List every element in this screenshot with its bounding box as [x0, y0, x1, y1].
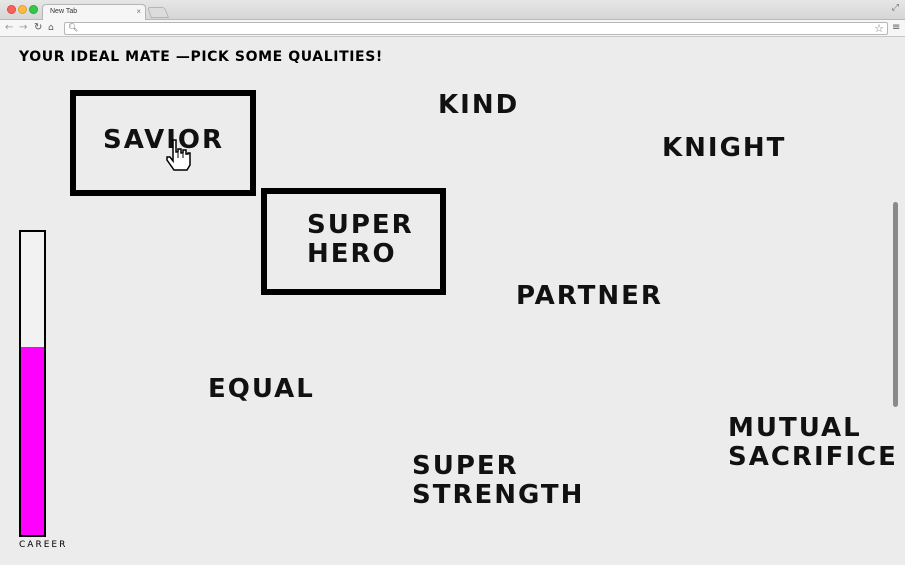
new-tab-button[interactable] [146, 7, 170, 18]
page-content: YOUR IDEAL MATE —PICK SOME QUALITIES! SA… [0, 37, 905, 565]
quality-superstrength[interactable]: SUPER STRENGTH [412, 452, 584, 510]
quality-kind[interactable]: KIND [438, 91, 519, 120]
forward-icon[interactable]: → [19, 22, 27, 34]
close-window-button[interactable] [7, 5, 16, 14]
browser-toolbar: ← → ↻ ⌂ 🔍︎ ☆ ≡ [0, 20, 905, 37]
quality-partner[interactable]: PARTNER [516, 282, 663, 311]
quality-knight[interactable]: KNIGHT [662, 134, 786, 163]
back-icon[interactable]: ← [5, 22, 13, 34]
browser-titlebar: New Tab × ⤢ [0, 0, 905, 21]
career-meter-label: CAREER [19, 540, 68, 550]
quality-equal[interactable]: EQUAL [208, 375, 315, 404]
quality-savior-label: SAVIOR [103, 125, 225, 155]
career-meter-fill [21, 347, 44, 535]
star-icon[interactable]: ☆ [874, 22, 884, 35]
quality-mutual-sacrifice[interactable]: MUTUAL SACRIFICE [728, 414, 898, 472]
quality-savior[interactable]: SAVIOR [70, 90, 256, 196]
menu-icon[interactable]: ≡ [892, 22, 900, 33]
minimize-window-button[interactable] [18, 5, 27, 14]
search-icon: 🔍︎ [68, 23, 79, 32]
quality-superhero[interactable]: SUPER HERO [261, 188, 446, 295]
tab-title: New Tab [50, 8, 78, 15]
scrollbar-thumb[interactable] [893, 202, 898, 407]
reload-icon[interactable]: ↻ [34, 22, 42, 34]
browser-tab[interactable]: New Tab × [42, 4, 146, 21]
tab-close-icon[interactable]: × [136, 7, 141, 16]
fullscreen-icon[interactable]: ⤢ [892, 3, 899, 13]
zoom-window-button[interactable] [29, 5, 38, 14]
address-bar[interactable]: 🔍︎ ☆ [64, 22, 888, 35]
hand-cursor-icon [166, 139, 191, 171]
career-meter [19, 230, 46, 537]
page-title: YOUR IDEAL MATE —PICK SOME QUALITIES! [19, 49, 383, 65]
home-icon[interactable]: ⌂ [48, 22, 54, 34]
quality-superhero-label: SUPER HERO [307, 210, 414, 269]
